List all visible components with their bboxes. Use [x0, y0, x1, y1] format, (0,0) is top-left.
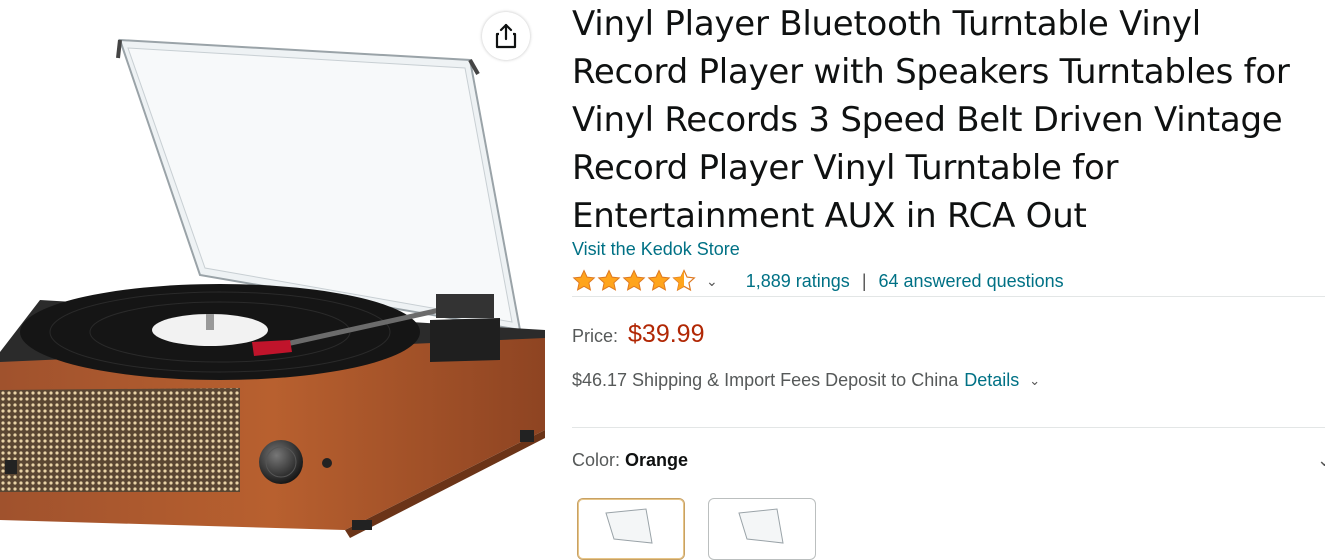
separator: | — [861, 270, 867, 291]
price-row: Price: $39.99 — [572, 320, 704, 349]
product-image-area — [0, 0, 560, 542]
star-icon — [647, 269, 671, 291]
divider — [572, 427, 1325, 428]
star-half-icon — [672, 269, 696, 292]
star-rating[interactable] — [572, 269, 696, 293]
shipping-info: $46.17 Shipping & Import Fees Deposit to… — [572, 370, 1040, 391]
star-icon — [622, 269, 646, 291]
chevron-down-icon[interactable]: ⌄ — [706, 273, 718, 290]
product-image[interactable] — [0, 0, 560, 542]
product-details: Vinyl Player Bluetooth Turntable Vinyl R… — [572, 0, 1325, 560]
ratings-count-link[interactable]: 1,889 ratings — [746, 271, 850, 292]
color-selector-label: Color: Orange — [572, 450, 688, 471]
star-icon — [572, 269, 596, 291]
price-label: Price: — [572, 326, 619, 346]
chevron-down-icon[interactable]: ⌄ — [1317, 450, 1325, 471]
swatch-image — [605, 508, 653, 544]
shipping-text: $46.17 Shipping & Import Fees Deposit to… — [572, 370, 959, 390]
swatch-image — [738, 508, 784, 544]
color-label: Color: — [572, 450, 621, 470]
share-icon — [495, 23, 517, 49]
share-button[interactable] — [482, 12, 530, 60]
chevron-down-icon[interactable]: ⌄ — [1029, 373, 1040, 389]
shipping-details-link[interactable]: Details — [964, 370, 1019, 391]
price-value: $39.99 — [628, 320, 705, 348]
color-swatch-black[interactable] — [708, 498, 816, 560]
color-value: Orange — [625, 450, 689, 470]
product-title: Vinyl Player Bluetooth Turntable Vinyl R… — [572, 4, 1290, 236]
answered-questions-link[interactable]: 64 answered questions — [879, 271, 1064, 292]
star-icon — [597, 269, 621, 291]
store-link[interactable]: Visit the Kedok Store — [572, 239, 740, 260]
color-swatch-orange[interactable] — [577, 498, 685, 560]
rating-row: ⌄ 1,889 ratings | 64 answered questions — [572, 266, 1325, 296]
divider — [572, 296, 1325, 297]
